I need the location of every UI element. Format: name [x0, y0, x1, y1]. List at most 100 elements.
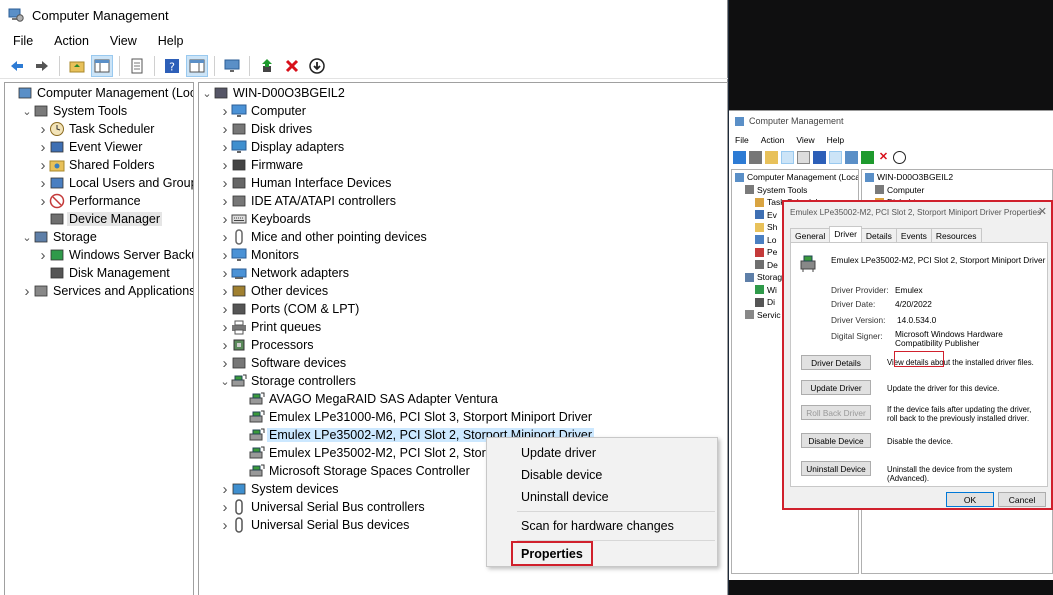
mini-update-icon[interactable] [861, 151, 874, 164]
console-tree-item[interactable]: › Windows Server Backup [37, 246, 194, 264]
device-tree-item[interactable]: AVAGO MegaRAID SAS Adapter Ventura [237, 390, 498, 408]
update-driver-button[interactable]: Update Driver [801, 380, 871, 395]
mini-forward-icon[interactable] [749, 151, 762, 164]
disable-device-button[interactable]: Disable Device [801, 433, 871, 448]
device-tree-item[interactable]: › Display adapters [219, 138, 345, 156]
console-tree-item[interactable]: ⌄ Storage [21, 228, 96, 246]
chevron-right-icon[interactable]: › [37, 121, 49, 138]
monitor-button[interactable] [221, 55, 243, 77]
menu-file[interactable]: File [0, 34, 41, 48]
console-tree-item[interactable]: › Services and Applications [21, 282, 194, 300]
update-driver-button[interactable] [256, 55, 278, 77]
up-folder-button[interactable] [66, 55, 88, 77]
device-tree-item[interactable]: Emulex LPe35002-M2, PCI Slot 2, Storpc [237, 444, 499, 462]
mini-tree-item[interactable]: Lo [755, 234, 776, 246]
chevron-right-icon[interactable]: › [219, 481, 231, 498]
chevron-right-icon[interactable]: › [37, 175, 49, 192]
chevron-right-icon[interactable]: › [219, 517, 231, 534]
device-tree-item[interactable]: › Universal Serial Bus controllers [219, 498, 425, 516]
chevron-right-icon[interactable]: › [219, 193, 231, 210]
back-button[interactable] [6, 55, 28, 77]
mini-help-icon[interactable] [813, 151, 826, 164]
mini-tree-item[interactable]: Ev [755, 209, 777, 221]
device-tree-item[interactable]: › Ports (COM & LPT) [219, 300, 360, 318]
console-tree-item[interactable]: › Event Viewer [37, 138, 143, 156]
dialog-close-icon[interactable]: ✕ [1038, 205, 1047, 218]
chevron-right-icon[interactable]: › [37, 247, 49, 264]
menu-view[interactable]: View [97, 34, 145, 48]
chevron-right-icon[interactable]: › [219, 139, 231, 156]
mini-back-icon[interactable] [733, 151, 746, 164]
chevron-right-icon[interactable]: › [219, 229, 231, 246]
device-tree-item[interactable]: › Other devices [219, 282, 329, 300]
ok-button[interactable]: OK [946, 492, 994, 507]
driver-details-button[interactable]: Driver Details [801, 355, 871, 370]
device-tree-item[interactable]: ⌄ Storage controllers [219, 372, 356, 390]
chevron-right-icon[interactable]: › [219, 283, 231, 300]
mini-tree-item[interactable]: WIN-D00O3BGEIL2 [865, 171, 953, 183]
chevron-right-icon[interactable]: › [219, 499, 231, 516]
show-action-pane-button[interactable] [186, 54, 208, 77]
chevron-down-icon[interactable]: ⌄ [21, 105, 33, 118]
device-tree-item[interactable]: › Monitors [219, 246, 299, 264]
console-tree-item[interactable]: › Task Scheduler [37, 120, 155, 138]
export-list-button[interactable] [126, 55, 148, 77]
chevron-right-icon[interactable]: › [219, 355, 231, 372]
forward-button[interactable] [31, 55, 53, 77]
mini-menu-help[interactable]: Help [821, 135, 850, 145]
disable-button[interactable] [306, 55, 328, 77]
chevron-down-icon[interactable]: ⌄ [21, 231, 33, 244]
menu-help[interactable]: Help [145, 34, 192, 48]
show-hide-tree-button[interactable] [91, 54, 113, 77]
chevron-right-icon[interactable]: › [219, 301, 231, 318]
help-button[interactable]: ? [161, 55, 183, 77]
device-tree-item[interactable]: › Universal Serial Bus devices [219, 516, 410, 534]
mini-document-icon[interactable] [797, 151, 810, 164]
device-tree-item[interactable]: ⌄ WIN-D00O3BGEIL2 [201, 84, 344, 102]
device-tree-item[interactable]: › Human Interface Devices [219, 174, 392, 192]
console-tree-item[interactable]: › Shared Folders [37, 156, 155, 174]
device-tree-item[interactable]: › Keyboards [219, 210, 311, 228]
chevron-right-icon[interactable]: › [219, 265, 231, 282]
console-tree-item[interactable]: Computer Management (Local [5, 84, 193, 102]
mini-tree-item[interactable]: System Tools [745, 184, 807, 196]
chevron-down-icon[interactable]: ⌄ [201, 87, 213, 100]
console-tree-item[interactable]: › Performance [37, 192, 141, 210]
chevron-right-icon[interactable]: › [219, 103, 231, 120]
tab-driver[interactable]: Driver [829, 226, 862, 243]
console-tree-item[interactable]: Disk Management [37, 264, 170, 282]
mini-menu-view[interactable]: View [790, 135, 820, 145]
chevron-right-icon[interactable]: › [37, 157, 49, 174]
cancel-button[interactable]: Cancel [998, 492, 1046, 507]
mini-tree-item[interactable]: De [755, 259, 778, 271]
mini-tree-icon[interactable] [781, 151, 794, 164]
chevron-right-icon[interactable]: › [219, 175, 231, 192]
device-tree-item[interactable]: › Print queues [219, 318, 322, 336]
device-tree-item[interactable]: Microsoft Storage Spaces Controller [237, 462, 470, 480]
console-tree-item[interactable]: ⌄ System Tools [21, 102, 127, 120]
mini-action-pane-icon[interactable] [829, 151, 842, 164]
mini-tree-item[interactable]: Computer Management (Local [735, 171, 858, 183]
menu-action[interactable]: Action [41, 34, 97, 48]
mini-tree-item[interactable]: Computer [875, 184, 924, 196]
device-tree-item[interactable]: › Computer [219, 102, 306, 120]
device-tree-item[interactable]: › Disk drives [219, 120, 313, 138]
chevron-right-icon[interactable]: › [219, 157, 231, 174]
mini-menu-action[interactable]: Action [755, 135, 791, 145]
device-tree-item[interactable]: › Network adapters [219, 264, 349, 282]
mini-tree-item[interactable]: Di [755, 296, 775, 308]
mini-folder-icon[interactable] [765, 151, 778, 164]
chevron-right-icon[interactable]: › [219, 211, 231, 228]
console-tree-item[interactable]: › Local Users and Groups [37, 174, 194, 192]
chevron-right-icon[interactable]: › [37, 139, 49, 156]
device-tree-item[interactable]: › IDE ATA/ATAPI controllers [219, 192, 396, 210]
mini-monitor-icon[interactable] [845, 151, 858, 164]
mini-tree-item[interactable]: Wi [755, 284, 777, 296]
chevron-down-icon[interactable]: ⌄ [219, 375, 231, 388]
mini-tree-item[interactable]: Servic [745, 309, 781, 321]
mini-red-x-icon[interactable]: ✕ [877, 151, 890, 164]
chevron-right-icon[interactable]: › [219, 337, 231, 354]
menu-scan-hardware[interactable]: Scan for hardware changes [487, 515, 719, 537]
mini-menu-file[interactable]: File [729, 135, 755, 145]
device-tree-item[interactable]: › Software devices [219, 354, 347, 372]
